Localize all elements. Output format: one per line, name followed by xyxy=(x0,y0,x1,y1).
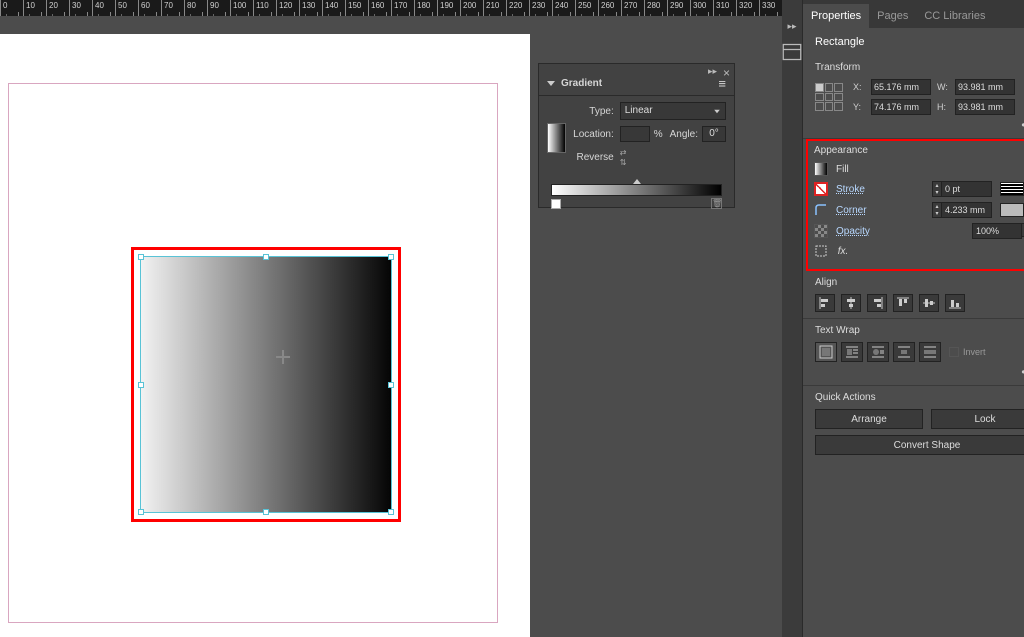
h-input[interactable]: 93.981 mm xyxy=(955,99,1015,115)
resize-handle-bc[interactable] xyxy=(263,509,269,515)
w-input[interactable]: 93.981 mm xyxy=(955,79,1015,95)
reference-point-selector[interactable] xyxy=(815,83,843,111)
appearance-section: Appearance Fill Stroke ▴▾ 0 pt xyxy=(806,139,1024,271)
gradient-ramp[interactable] xyxy=(551,184,722,196)
resize-handle-tc[interactable] xyxy=(263,254,269,260)
wrap-invert-toggle[interactable]: Invert xyxy=(949,347,986,357)
opacity-label[interactable]: Opacity xyxy=(836,226,870,237)
gradient-panel-title: Gradient xyxy=(561,78,602,89)
percent-label: % xyxy=(654,129,663,140)
align-section: Align ••• xyxy=(803,271,1024,319)
opacity-input[interactable]: 100% xyxy=(972,223,1022,239)
arrange-button[interactable]: Arrange xyxy=(815,409,923,429)
gradient-preview-swatch[interactable] xyxy=(547,123,566,153)
fill-label[interactable]: Fill xyxy=(836,164,849,175)
wrap-bounding-button[interactable] xyxy=(841,342,863,362)
transform-more-icon[interactable]: ••• xyxy=(815,118,1024,132)
text-wrap-section: Text Wrap Invert ••• xyxy=(803,319,1024,386)
document-page[interactable] xyxy=(0,34,530,637)
panel-tabs: Properties Pages CC Libraries xyxy=(803,0,1024,28)
lock-button[interactable]: Lock xyxy=(931,409,1024,429)
wrap-column-button[interactable] xyxy=(919,342,941,362)
h-label: H: xyxy=(937,102,949,112)
canvas-area[interactable] xyxy=(0,16,530,637)
transform-title: Transform xyxy=(815,62,1024,73)
resize-handle-tr[interactable] xyxy=(388,254,394,260)
right-panel-group: ▸▸ Properties Pages CC Libraries Rectang… xyxy=(782,0,1024,637)
resize-handle-bl[interactable] xyxy=(138,509,144,515)
tab-properties[interactable]: Properties xyxy=(803,4,869,28)
horizontal-ruler: 0102030405060708090100110120130140150160… xyxy=(0,0,782,16)
effects-frame-icon[interactable] xyxy=(814,244,828,258)
panel-disclosure-icon[interactable] xyxy=(547,81,555,86)
corner-shape-swatch[interactable] xyxy=(1000,203,1024,217)
resize-handle-br[interactable] xyxy=(388,509,394,515)
reverse-label: Reverse xyxy=(570,152,614,163)
convert-shape-button[interactable]: Convert Shape xyxy=(815,435,1024,455)
gradient-type-dropdown[interactable]: Linear xyxy=(620,102,726,120)
text-wrap-title: Text Wrap xyxy=(815,325,1024,336)
resize-handle-mr[interactable] xyxy=(388,382,394,388)
gradient-panel[interactable]: ▸▸ × Gradient ≡ Type: Linear Location: xyxy=(538,63,735,208)
x-input[interactable]: 65.176 mm xyxy=(871,79,931,95)
align-hcenter-button[interactable] xyxy=(841,294,861,312)
panel-close-icon[interactable]: × xyxy=(723,66,730,80)
location-input[interactable] xyxy=(620,126,650,142)
transform-section: Transform X: 65.176 mm W: 93.981 mm Y: 7… xyxy=(803,56,1024,139)
stroke-weight-stepper[interactable]: ▴▾ 0 pt xyxy=(932,181,992,197)
delete-stop-icon[interactable]: 🗑 xyxy=(711,198,722,209)
wrap-none-button[interactable] xyxy=(815,342,837,362)
appearance-title: Appearance xyxy=(814,145,1024,156)
align-vcenter-button[interactable] xyxy=(919,294,939,312)
dock-properties-icon[interactable] xyxy=(782,44,802,60)
align-left-button[interactable] xyxy=(815,294,835,312)
align-title: Align xyxy=(815,277,1024,288)
tab-cc-libraries[interactable]: CC Libraries xyxy=(916,4,993,28)
stroke-style-swatch[interactable] xyxy=(1000,182,1024,196)
fx-icon[interactable]: fx. xyxy=(836,244,850,258)
y-label: Y: xyxy=(853,102,865,112)
wrap-more-icon[interactable]: ••• xyxy=(815,365,1024,379)
x-label: X: xyxy=(853,82,865,92)
align-top-button[interactable] xyxy=(893,294,913,312)
angle-input[interactable]: 0° xyxy=(702,126,726,142)
quick-actions-section: Quick Actions Arrange Lock Convert Shape xyxy=(803,386,1024,463)
resize-handle-tl[interactable] xyxy=(138,254,144,260)
gradient-stop-left[interactable] xyxy=(551,199,561,209)
corner-radius-stepper[interactable]: ▴▾ 4.233 mm xyxy=(932,202,992,218)
location-label: Location: xyxy=(570,129,614,140)
panel-collapse-icon[interactable]: ▸▸ xyxy=(708,66,717,80)
align-right-button[interactable] xyxy=(867,294,887,312)
selected-object-type: Rectangle xyxy=(803,28,1024,56)
chevron-down-icon xyxy=(714,109,720,113)
align-bottom-button[interactable] xyxy=(945,294,965,312)
corner-icon[interactable] xyxy=(814,203,828,217)
y-input[interactable]: 74.176 mm xyxy=(871,99,931,115)
type-label: Type: xyxy=(570,106,614,117)
resize-handle-ml[interactable] xyxy=(138,382,144,388)
wrap-jump-button[interactable] xyxy=(893,342,915,362)
wrap-shape-button[interactable] xyxy=(867,342,889,362)
w-label: W: xyxy=(937,82,949,92)
dock-double-arrow-icon[interactable]: ▸▸ xyxy=(782,18,802,34)
quick-actions-title: Quick Actions xyxy=(815,392,1024,403)
opacity-swatch-icon[interactable] xyxy=(814,224,828,238)
properties-panel: Properties Pages CC Libraries Rectangle … xyxy=(803,0,1024,637)
checkbox-icon[interactable] xyxy=(949,347,959,357)
fill-swatch-icon[interactable] xyxy=(814,162,828,176)
reverse-gradient-button[interactable]: ⇄⇅ xyxy=(620,148,627,167)
tab-pages[interactable]: Pages xyxy=(869,4,916,28)
angle-label: Angle: xyxy=(670,129,698,140)
corner-label[interactable]: Corner xyxy=(836,205,867,216)
stroke-swatch-icon[interactable] xyxy=(814,182,828,196)
selected-rectangle-shape[interactable] xyxy=(140,256,392,513)
stroke-label[interactable]: Stroke xyxy=(836,184,865,195)
panel-dock-strip[interactable]: ▸▸ xyxy=(782,0,803,637)
